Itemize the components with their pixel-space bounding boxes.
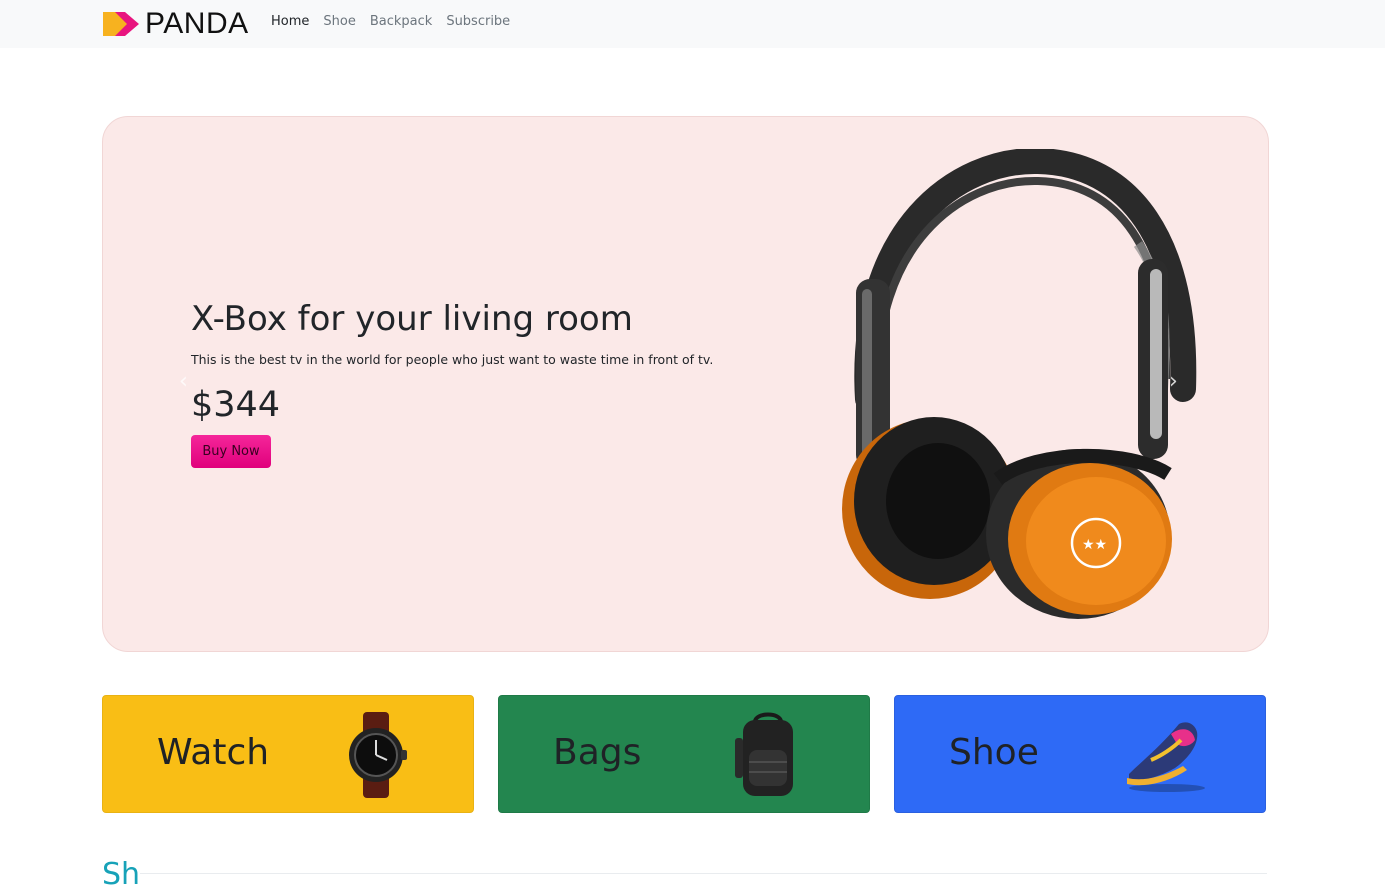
headphones-image: ★★ [842,149,1197,619]
brand-name: PANDA [145,7,249,40]
carousel-next-icon[interactable]: › [1169,369,1178,394]
category-card-bags[interactable]: Bags [498,695,870,813]
panda-logo-icon [103,12,139,36]
brand-link[interactable]: PANDA [101,6,249,42]
buy-now-button[interactable]: Buy Now [191,435,271,468]
hero-title: X-Box for your living room [191,299,633,339]
navbar: PANDA Home Shoe Backpack Subscribe [0,0,1385,48]
nav-item-shoe[interactable]: Shoe [323,14,355,29]
carousel-prev-icon[interactable]: ‹ [179,369,188,394]
category-card-watch[interactable]: Watch [102,695,474,813]
hero-description: This is the best tv in the world for peo… [191,352,714,367]
sneaker-image [1127,722,1205,792]
category-label: Bags [553,732,642,773]
hero-carousel: ‹ X-Box for your living room This is the… [102,116,1269,652]
section-heading: Sh [102,857,141,892]
category-label: Shoe [949,732,1039,773]
category-label: Watch [157,732,270,773]
category-card-shoe[interactable]: Shoe [894,695,1266,813]
backpack-image [735,712,793,796]
section-divider [140,873,1267,874]
svg-text:★★: ★★ [1082,537,1107,553]
nav-item-backpack[interactable]: Backpack [370,14,432,29]
nav-item-home[interactable]: Home [271,14,309,29]
main-nav: Home Shoe Backpack Subscribe [271,14,510,29]
hero-price: $344 [191,385,281,425]
nav-item-subscribe[interactable]: Subscribe [446,14,510,29]
wristwatch-image [349,712,407,798]
